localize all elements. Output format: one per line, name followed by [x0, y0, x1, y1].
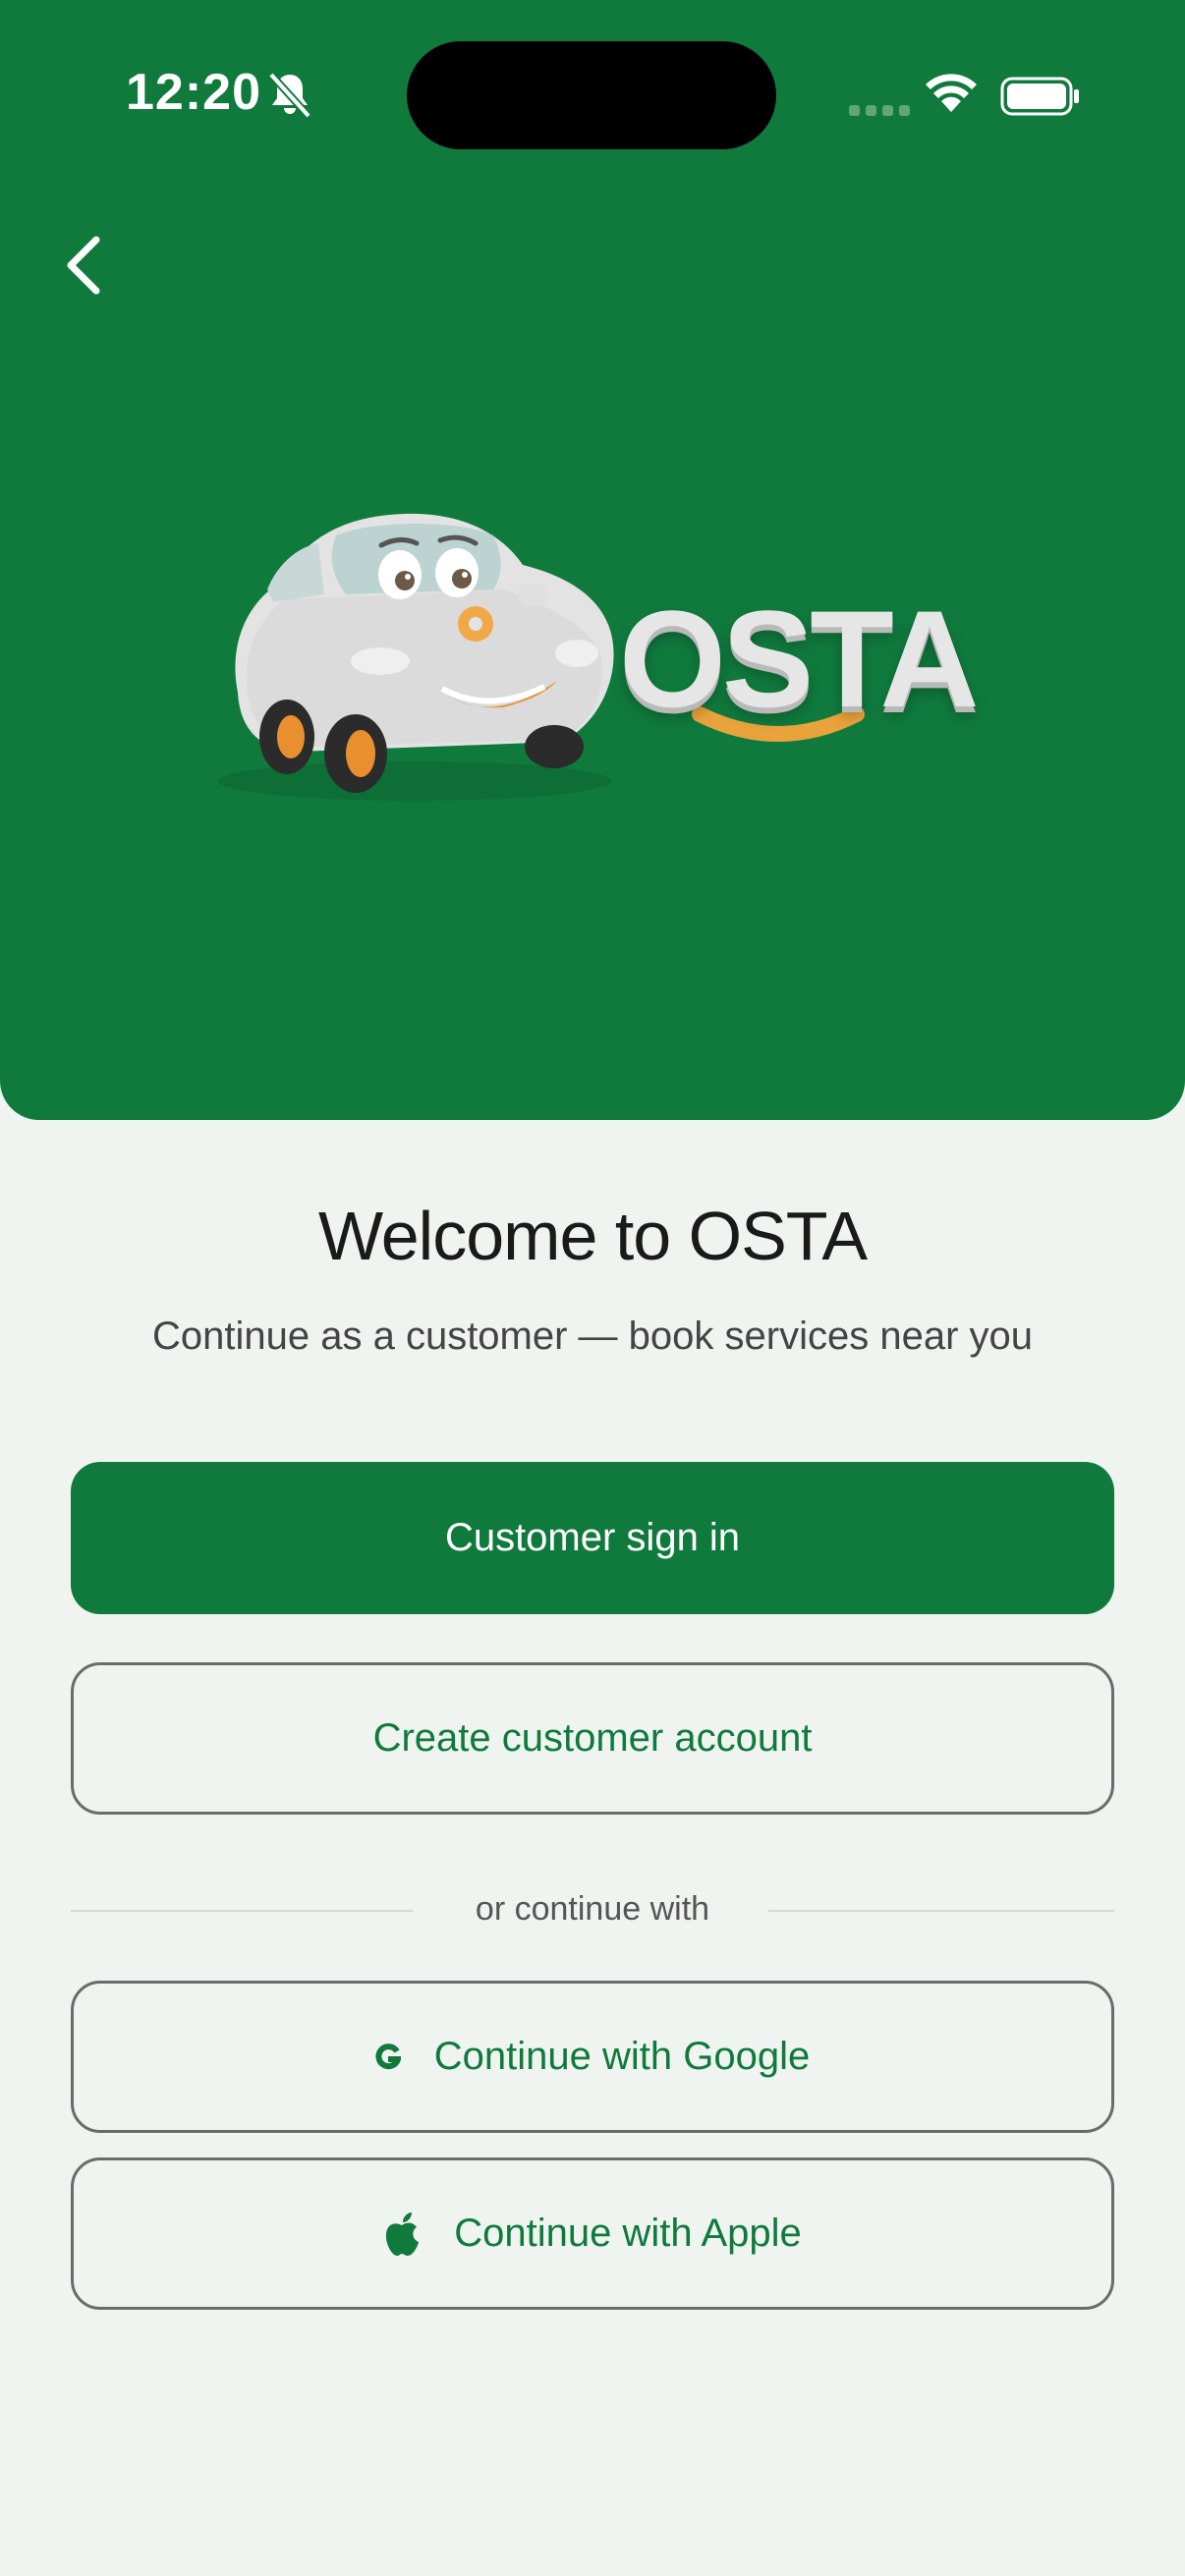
continue-with-google-button[interactable]: Continue with Google [71, 1981, 1114, 2133]
dynamic-island [407, 41, 776, 149]
google-icon [375, 2043, 401, 2071]
wifi-icon [924, 73, 979, 119]
continue-with-apple-button[interactable]: Continue with Apple [71, 2157, 1114, 2310]
brand-wordmark: OSTA [619, 582, 980, 736]
create-customer-account-button[interactable]: Create customer account [71, 1662, 1114, 1815]
customer-sign-in-label: Customer sign in [444, 1516, 741, 1559]
status-time: 12:20 [126, 64, 261, 121]
bell-slash-icon [267, 71, 312, 125]
divider-line-right [768, 1910, 1114, 1912]
google-label: Continue with Google [433, 2035, 811, 2078]
status-bar: 12:20 [0, 0, 1185, 187]
cellular-signal-icon [849, 104, 910, 122]
or-divider: or continue with [71, 1890, 1114, 1930]
hero-header: 12:20 OSTA [0, 0, 1185, 1120]
create-account-label: Create customer account [372, 1716, 813, 1760]
back-button[interactable] [59, 228, 138, 307]
battery-icon [1000, 77, 1081, 121]
apple-icon [383, 2212, 421, 2257]
apple-label: Continue with Apple [454, 2212, 802, 2255]
chevron-left-icon [67, 236, 100, 295]
welcome-subtitle: Continue as a customer — book services n… [152, 1315, 1033, 1358]
customer-sign-in-button[interactable]: Customer sign in [71, 1462, 1114, 1614]
welcome-title: Welcome to OSTA [317, 1198, 868, 1274]
